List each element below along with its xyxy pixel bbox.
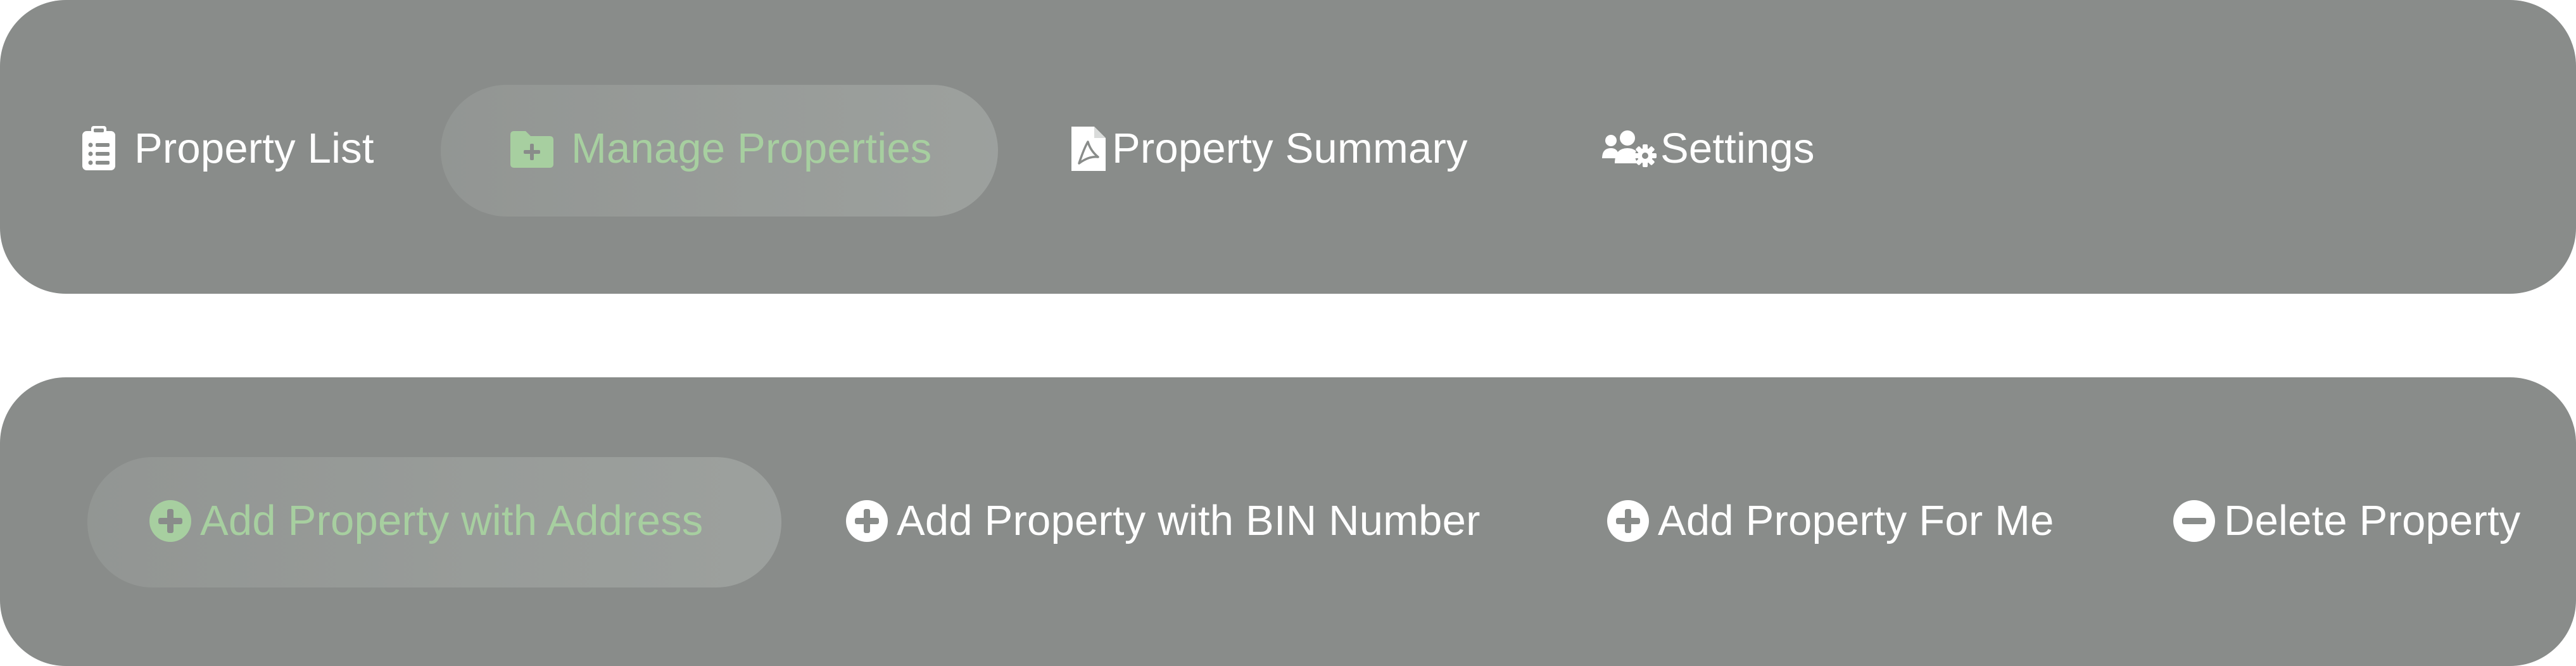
subtab-add-property-with-address[interactable]: Add Property with Address (148, 496, 704, 545)
plus-circle-icon (1606, 499, 1650, 543)
tab-manage-properties-label: Manage Properties (571, 125, 932, 172)
minus-circle-icon (2172, 499, 2216, 543)
clipboard-list-icon (80, 125, 118, 172)
subtab-delete-property-label: Delete Property (2224, 497, 2521, 544)
folder-plus-icon (508, 129, 556, 169)
plus-circle-icon (148, 499, 193, 543)
subtab-add-property-with-bin-label: Add Property with BIN Number (897, 497, 1481, 544)
tab-settings[interactable]: Settings (1601, 124, 1815, 173)
users-gear-icon (1601, 128, 1659, 170)
subtab-delete-property[interactable]: Delete Property (2172, 496, 2521, 545)
subtab-add-property-for-me-label: Add Property For Me (1658, 497, 2054, 544)
tab-manage-properties[interactable]: Manage Properties (508, 124, 932, 173)
tab-property-list[interactable]: Property List (80, 124, 374, 173)
subtab-add-property-with-address-label: Add Property with Address (200, 497, 704, 544)
subtab-add-property-with-bin[interactable]: Add Property with BIN Number (845, 496, 1481, 545)
tab-settings-label: Settings (1660, 125, 1815, 172)
main-nav-bar: Property List Manage Properties Property… (0, 0, 2576, 294)
plus-circle-icon (845, 499, 889, 543)
sub-nav-bar: Add Property with Address Add Property w… (0, 377, 2576, 666)
tab-property-list-label: Property List (134, 125, 374, 172)
tab-property-summary-label: Property Summary (1112, 125, 1468, 172)
subtab-add-property-for-me[interactable]: Add Property For Me (1606, 496, 2054, 545)
tab-property-summary[interactable]: Property Summary (1070, 124, 1468, 173)
pdf-file-icon (1070, 125, 1107, 172)
